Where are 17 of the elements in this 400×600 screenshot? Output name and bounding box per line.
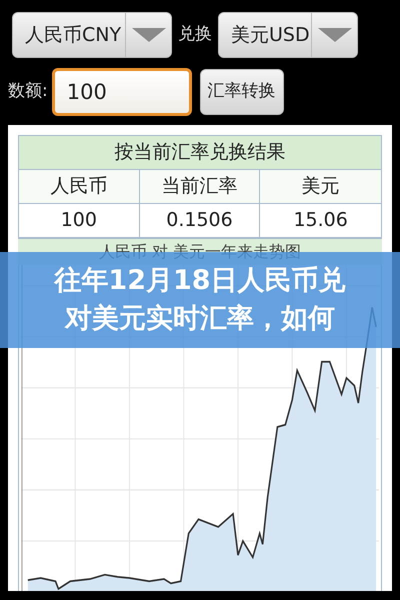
table-cell: 100: [19, 204, 140, 237]
table-cell: 人民币: [19, 170, 140, 203]
table-cell-text: 15.06: [292, 208, 349, 234]
amount-field[interactable]: 100: [52, 68, 192, 116]
convert-label: 兑换: [178, 23, 212, 46]
table-cell: 当前汇率: [140, 170, 260, 203]
caption-text: 往年12月18日人民币兑: [54, 264, 346, 298]
amount-label: 数额:: [8, 80, 48, 104]
caret-icon: [132, 28, 166, 42]
caret-icon: [318, 28, 352, 42]
caption-text: 对美元实时汇率，如何: [65, 302, 335, 336]
currency-dropdown[interactable]: 人民币CNY: [12, 12, 172, 58]
convert-button[interactable]: 汇率转换: [200, 69, 284, 115]
table-title: 按当前汇率兑换结果: [19, 136, 381, 170]
table-cell-text: 美元: [300, 174, 341, 200]
currency-dropdown[interactable]: 美元USD: [218, 12, 358, 58]
table-cell: 0.1506: [140, 204, 260, 237]
